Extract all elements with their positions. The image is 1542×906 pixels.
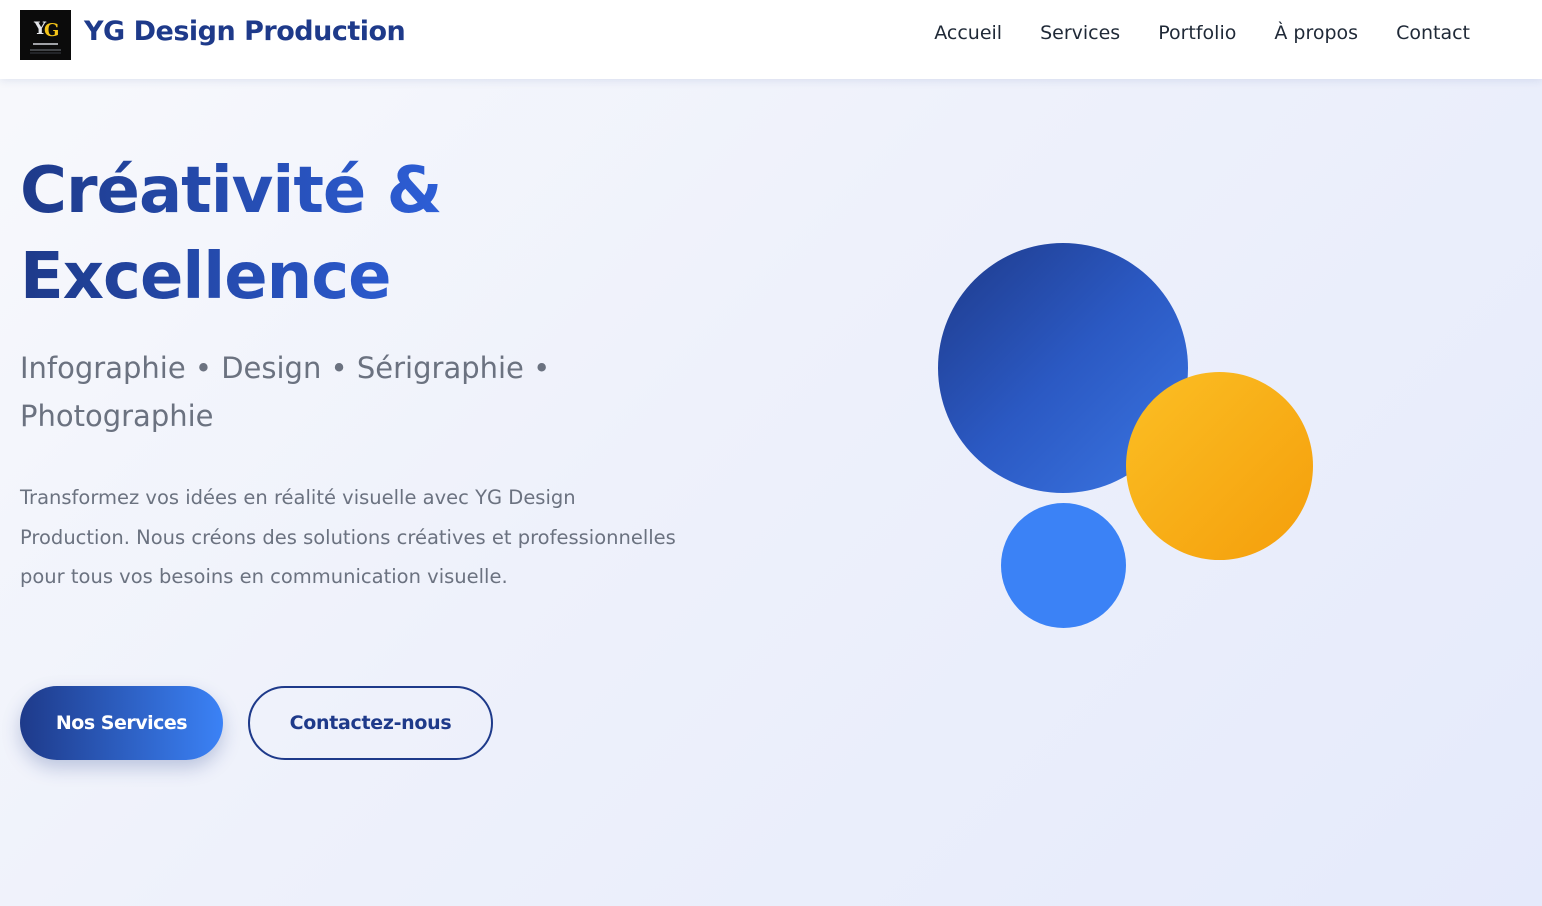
contact-button[interactable]: Contactez-nous <box>248 686 493 760</box>
services-button[interactable]: Nos Services <box>20 686 223 760</box>
nav-portfolio[interactable]: Portfolio <box>1158 22 1236 44</box>
logo[interactable]: Y G <box>20 10 71 60</box>
nav-a-propos[interactable]: À propos <box>1274 22 1358 44</box>
logo-mark-icon: Y G <box>20 10 71 60</box>
hero-title-line-1: Créativité & <box>20 154 442 228</box>
nav-contact[interactable]: Contact <box>1396 22 1470 44</box>
hero-title: Créativité & Excellence <box>20 148 441 320</box>
main-nav: Accueil Services Portfolio À propos Cont… <box>934 22 1470 44</box>
nav-services[interactable]: Services <box>1040 22 1120 44</box>
navbar: Y G YG Design Production Accueil Service… <box>0 0 1542 79</box>
hero-description: Transformez vos idées en réalité visuell… <box>20 486 676 588</box>
svg-text:G: G <box>44 20 59 41</box>
hero-title-line-2: Excellence <box>20 240 391 314</box>
decorative-circle-small <box>1001 503 1126 628</box>
decorative-circle-yellow <box>1126 372 1313 560</box>
nav-accueil[interactable]: Accueil <box>934 22 1002 44</box>
hero-subtitle: Infographie • Design • Sérigraphie • Pho… <box>20 351 551 433</box>
brand-name[interactable]: YG Design Production <box>84 16 406 47</box>
